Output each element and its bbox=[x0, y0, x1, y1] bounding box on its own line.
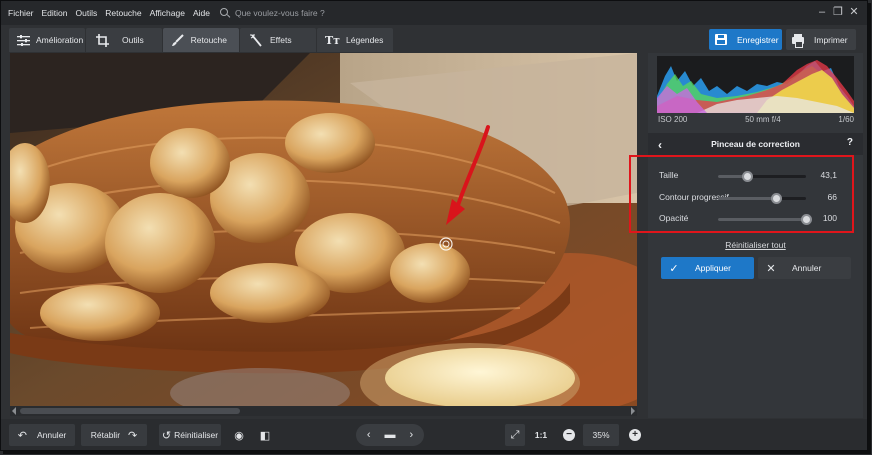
window-controls: – ❐ ✕ bbox=[815, 5, 861, 19]
reset-label: Réinitialiser bbox=[174, 430, 219, 440]
previous-icon[interactable]: ‹ bbox=[367, 429, 371, 441]
lens-value: 50 mm f/4 bbox=[745, 115, 781, 124]
tab-legendes[interactable]: Tт Légendes bbox=[317, 28, 393, 52]
tab-label: Légendes bbox=[346, 35, 384, 45]
menu-retouche[interactable]: Retouche bbox=[105, 8, 141, 18]
apply-button[interactable]: ✓ Appliquer bbox=[661, 257, 754, 279]
print-button[interactable]: Imprimer bbox=[786, 29, 856, 50]
text-icon: Tт bbox=[325, 33, 341, 47]
photo-canvas[interactable] bbox=[10, 53, 637, 406]
zoom-in-button[interactable]: + bbox=[626, 424, 644, 446]
reset-all-link[interactable]: Réinitialiser tout bbox=[648, 240, 863, 250]
maximize-icon[interactable]: ❐ bbox=[831, 5, 845, 19]
tab-retouche[interactable]: Retouche bbox=[163, 28, 239, 52]
annotation-highlight-box bbox=[629, 155, 854, 233]
tab-label: Amélioration bbox=[36, 35, 84, 45]
panel-header: ‹ Pinceau de correction ? bbox=[648, 133, 863, 155]
magic-wand-icon bbox=[248, 33, 264, 47]
folder-icon[interactable]: ▬ bbox=[385, 429, 396, 441]
save-label: Enregistrer bbox=[737, 34, 779, 45]
minimize-icon[interactable]: – bbox=[815, 5, 829, 19]
tab-effets[interactable]: Effets bbox=[240, 28, 316, 52]
print-label: Imprimer bbox=[814, 34, 848, 45]
floppy-disk-icon bbox=[715, 34, 727, 45]
close-icon: ✕ bbox=[766, 262, 776, 275]
printer-icon bbox=[792, 34, 804, 48]
undo-icon: ↶ bbox=[17, 429, 27, 442]
zoom-out-icon: − bbox=[563, 429, 575, 441]
save-button[interactable]: Enregistrer bbox=[709, 29, 782, 50]
app-window: Fichier Edition Outils Retouche Affichag… bbox=[0, 0, 868, 451]
one-to-one-label: 1:1 bbox=[534, 430, 548, 440]
tab-amelioration[interactable]: Amélioration bbox=[9, 28, 85, 52]
menu-outils[interactable]: Outils bbox=[76, 8, 98, 18]
undo-button[interactable]: ↶ Annuler bbox=[9, 424, 75, 446]
menu-aide[interactable]: Aide bbox=[193, 8, 210, 18]
tab-label: Outils bbox=[122, 35, 144, 45]
cancel-label: Annuler bbox=[792, 263, 822, 273]
one-to-one-button[interactable]: 1:1 bbox=[531, 424, 551, 446]
panel-title: Pinceau de correction bbox=[711, 139, 800, 149]
mode-tabs: Amélioration Outils Retouche Effets Tт L… bbox=[9, 28, 393, 52]
scrollbar-thumb[interactable] bbox=[20, 408, 240, 414]
search-placeholder: Que voulez-vous faire ? bbox=[234, 8, 325, 18]
undo-label: Annuler bbox=[36, 430, 67, 440]
crop-icon bbox=[94, 33, 110, 47]
reset-button[interactable]: ↺ Réinitialiser bbox=[159, 424, 221, 446]
iso-value: ISO 200 bbox=[658, 115, 688, 124]
close-icon[interactable]: ✕ bbox=[847, 5, 861, 19]
horizontal-scrollbar[interactable] bbox=[10, 406, 637, 416]
menu-fichier[interactable]: Fichier bbox=[8, 8, 34, 18]
shutter-value: 1/60 bbox=[838, 115, 854, 124]
preview-button[interactable]: ◉ bbox=[229, 424, 249, 446]
redo-label: Rétablir bbox=[90, 430, 121, 440]
bottom-toolbar: ↶ Annuler Rétablir ↷ ↺ Réinitialiser ◉ ◧… bbox=[1, 419, 867, 450]
correction-panel: ISO 200 50 mm f/4 1/60 ‹ Pinceau de corr… bbox=[648, 53, 863, 418]
next-icon[interactable]: › bbox=[410, 429, 414, 441]
zoom-out-button[interactable]: − bbox=[560, 424, 578, 446]
zoom-value: 35% bbox=[592, 430, 610, 440]
compare-icon: ◧ bbox=[259, 429, 271, 442]
menu-bar: Fichier Edition Outils Retouche Affichag… bbox=[1, 1, 867, 25]
back-arrow-icon[interactable]: ‹ bbox=[658, 138, 662, 152]
eye-icon: ◉ bbox=[234, 429, 244, 442]
help-icon[interactable]: ? bbox=[847, 137, 853, 148]
tab-outils[interactable]: Outils bbox=[86, 28, 162, 52]
zoom-level[interactable]: 35% bbox=[583, 424, 619, 446]
histogram bbox=[657, 56, 854, 113]
tab-label: Effets bbox=[270, 35, 292, 45]
search-icon bbox=[219, 8, 230, 18]
search-box[interactable]: Que voulez-vous faire ? bbox=[219, 8, 325, 18]
sliders-icon bbox=[17, 33, 30, 47]
menu-edition[interactable]: Edition bbox=[42, 8, 68, 18]
redo-button[interactable]: Rétablir ↷ bbox=[81, 424, 147, 446]
brush-icon bbox=[171, 33, 185, 47]
cancel-button[interactable]: ✕ Annuler bbox=[758, 257, 851, 279]
camera-info: ISO 200 50 mm f/4 1/60 bbox=[658, 115, 854, 124]
zoom-in-icon: + bbox=[629, 429, 641, 441]
tab-label: Retouche bbox=[190, 35, 227, 45]
fit-screen-icon: ⤢ bbox=[510, 428, 520, 441]
compare-button[interactable]: ◧ bbox=[255, 424, 275, 446]
reset-icon: ↺ bbox=[161, 429, 172, 442]
bread-basket-photo bbox=[10, 53, 637, 406]
scroll-right-icon[interactable] bbox=[631, 407, 635, 415]
fit-screen-button[interactable]: ⤢ bbox=[505, 424, 525, 446]
redo-icon: ↷ bbox=[128, 429, 138, 442]
navigation-group: ‹ ▬ › bbox=[356, 424, 424, 446]
apply-label: Appliquer bbox=[695, 263, 731, 273]
menu-affichage[interactable]: Affichage bbox=[150, 8, 185, 18]
scroll-left-icon[interactable] bbox=[12, 407, 16, 415]
check-icon: ✓ bbox=[669, 262, 679, 275]
